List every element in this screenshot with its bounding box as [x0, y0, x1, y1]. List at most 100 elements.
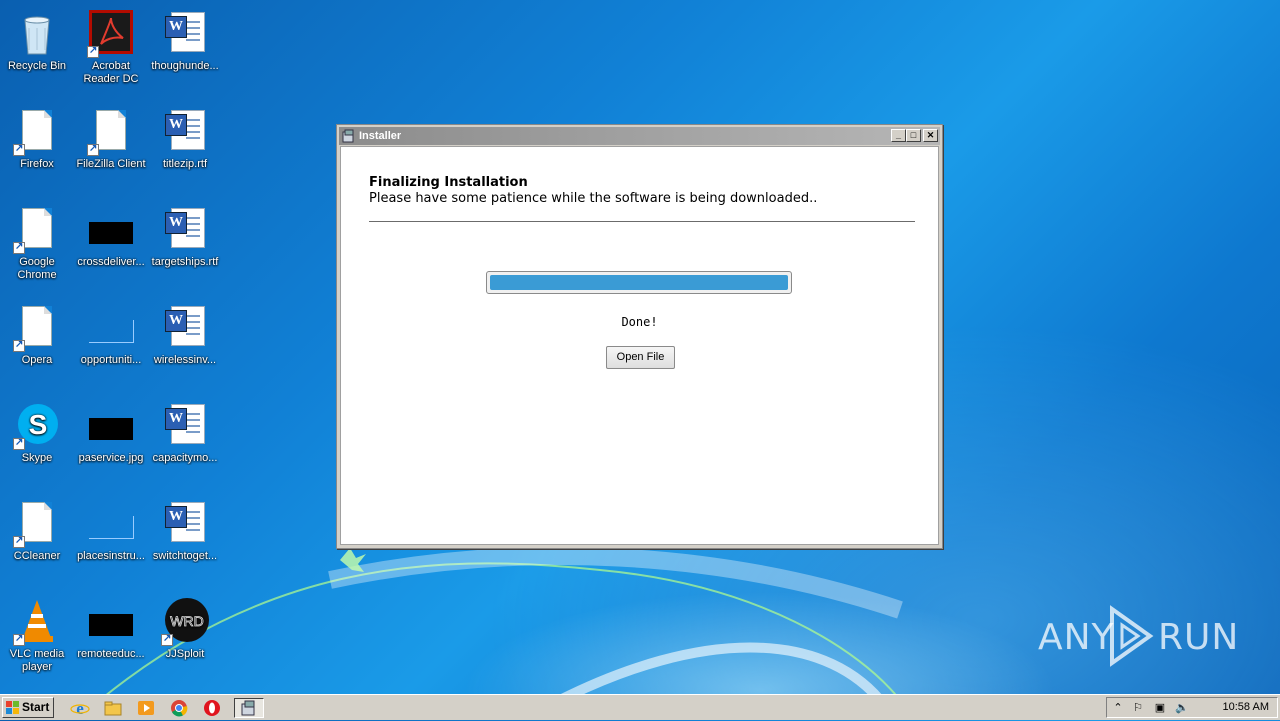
word-doc-icon: W: [161, 500, 209, 548]
desktop-icon-label: wirelessinv...: [153, 354, 217, 366]
progress-fill: [490, 275, 788, 290]
svg-text:S: S: [29, 409, 48, 440]
media-player-icon[interactable]: [136, 698, 158, 718]
minimize-button[interactable]: _: [891, 129, 906, 142]
chrome-icon[interactable]: [169, 698, 191, 718]
window-content: Finalizing Installation Please have some…: [340, 146, 939, 545]
watermark-right: RUN: [1158, 617, 1240, 658]
desktop-icon-label: Google Chrome: [17, 256, 57, 281]
word-doc-icon: W: [161, 10, 209, 58]
desktop-icon-wirelessinv[interactable]: W wirelessinv...: [148, 298, 222, 390]
chevron-up-icon[interactable]: ⌃: [1111, 701, 1125, 715]
desktop-icon-label: CCleaner: [13, 550, 61, 562]
desktop-icon-label: VLC media player: [9, 648, 65, 673]
skype-icon: S: [13, 402, 61, 450]
installer-subtext: Please have some patience while the soft…: [369, 191, 818, 206]
desktop-icon-label: crossdeliver...: [77, 256, 145, 268]
file-explorer-icon[interactable]: [103, 698, 125, 718]
desktop-icon-label: placesinstru...: [77, 550, 145, 562]
blank-doc-icon: [87, 108, 135, 156]
desktop-icon-label: Acrobat Reader DC: [83, 60, 139, 85]
taskbar: Start e ⌃ ⚐ ▣ 🔈 10:58 AM: [0, 694, 1280, 720]
window-titlebar[interactable]: Installer _ □ ✕: [339, 127, 940, 145]
desktop-icon-switchtoget[interactable]: W switchtoget...: [148, 494, 222, 586]
desktop-icon-jjsploit[interactable]: WRD JJSploit: [148, 592, 222, 684]
desktop-icon-label: thoughunde...: [151, 60, 219, 72]
image-icon: [87, 500, 135, 548]
desktop-icon-label: opportuniti...: [80, 354, 142, 366]
desktop-icon-thoughunde[interactable]: W thoughunde...: [148, 4, 222, 96]
svg-text:WRD: WRD: [170, 613, 203, 629]
open-file-button[interactable]: Open File: [606, 346, 675, 369]
start-label: Start: [22, 700, 50, 714]
desktop-icon-opera[interactable]: Opera: [0, 298, 74, 390]
desktop-icon-label: remoteeduc...: [77, 648, 145, 660]
black-image-icon: [87, 402, 135, 450]
opera-icon[interactable]: [202, 698, 224, 718]
play-icon: [1110, 605, 1154, 667]
desktop-icon-capacitymo[interactable]: W capacitymo...: [148, 396, 222, 488]
desktop-icon-titlezip[interactable]: W titlezip.rtf: [148, 102, 222, 194]
desktop-icon-crossdeliver[interactable]: crossdeliver...: [74, 200, 148, 292]
installer-icon: [342, 129, 356, 143]
blank-doc-icon: [13, 206, 61, 254]
desktop-icon-label: targetships.rtf: [151, 256, 219, 268]
installer-window: Installer _ □ ✕ Finalizing Installation …: [336, 124, 943, 549]
desktop-icon-label: titlezip.rtf: [162, 158, 207, 170]
window-title: Installer: [359, 130, 402, 142]
jjsploit-icon: WRD: [161, 598, 209, 646]
desktop-icon-label: switchtoget...: [152, 550, 218, 562]
desktop-icon-label: Opera: [21, 354, 53, 366]
installer-icon[interactable]: [234, 698, 264, 718]
desktop-icon-firefox[interactable]: Firefox: [0, 102, 74, 194]
volume-icon[interactable]: 🔈: [1175, 701, 1189, 715]
network-icon[interactable]: ▣: [1153, 701, 1167, 715]
start-button[interactable]: Start: [2, 697, 54, 718]
divider: [369, 221, 915, 222]
acrobat-icon: [87, 10, 135, 58]
desktop-icon-acrobat[interactable]: Acrobat Reader DC: [74, 4, 148, 96]
desktop-icon-paservice[interactable]: paservice.jpg: [74, 396, 148, 488]
desktop-icon-label: paservice.jpg: [78, 452, 144, 464]
black-image-icon: [87, 598, 135, 646]
desktop-icon-label: FileZilla Client: [76, 158, 146, 170]
image-icon: [87, 304, 135, 352]
svg-text:e: e: [76, 699, 84, 718]
vlc-icon: [13, 598, 61, 646]
maximize-button[interactable]: □: [906, 129, 921, 142]
desktop-icon-ccleaner[interactable]: CCleaner: [0, 494, 74, 586]
watermark-left: ANY: [1038, 617, 1115, 658]
recycle-bin-icon: [13, 10, 61, 58]
blank-doc-icon: [13, 304, 61, 352]
system-tray: ⌃ ⚐ ▣ 🔈 10:58 AM: [1106, 697, 1278, 718]
word-doc-icon: W: [161, 108, 209, 156]
close-button[interactable]: ✕: [923, 129, 938, 142]
desktop-icon-skype[interactable]: S Skype: [0, 396, 74, 488]
desktop-icon-recycle-bin[interactable]: Recycle Bin: [0, 4, 74, 96]
desktop-icon-google-chrome[interactable]: Google Chrome: [0, 200, 74, 292]
desktop-icon-vlc[interactable]: VLC media player: [0, 592, 74, 684]
desktop-icon-label: Recycle Bin: [7, 60, 67, 72]
internet-explorer-icon[interactable]: e: [70, 698, 92, 718]
progress-bar: [486, 271, 792, 294]
status-text: Done!: [621, 315, 658, 329]
desktop-icon-label: capacitymo...: [152, 452, 218, 464]
word-doc-icon: W: [161, 206, 209, 254]
desktop-icon-label: Skype: [21, 452, 53, 464]
blank-doc-icon: [13, 500, 61, 548]
blank-doc-icon: [13, 108, 61, 156]
desktop-icon-opportuniti[interactable]: opportuniti...: [74, 298, 148, 390]
word-doc-icon: W: [161, 402, 209, 450]
clock[interactable]: 10:58 AM: [1223, 698, 1269, 717]
desktop-icon-placesinstru[interactable]: placesinstru...: [74, 494, 148, 586]
installer-heading: Finalizing Installation: [369, 175, 528, 190]
black-image-icon: [87, 206, 135, 254]
windows-logo-icon: [6, 701, 19, 714]
desktop-icon-remoteeduc[interactable]: remoteeduc...: [74, 592, 148, 684]
desktop-icon-filezilla[interactable]: FileZilla Client: [74, 102, 148, 194]
desktop-icon-label: Firefox: [20, 158, 54, 170]
word-doc-icon: W: [161, 304, 209, 352]
desktop-icon-label: JJSploit: [165, 648, 205, 660]
flag-icon[interactable]: ⚐: [1131, 701, 1145, 715]
desktop-icon-targetships[interactable]: W targetships.rtf: [148, 200, 222, 292]
